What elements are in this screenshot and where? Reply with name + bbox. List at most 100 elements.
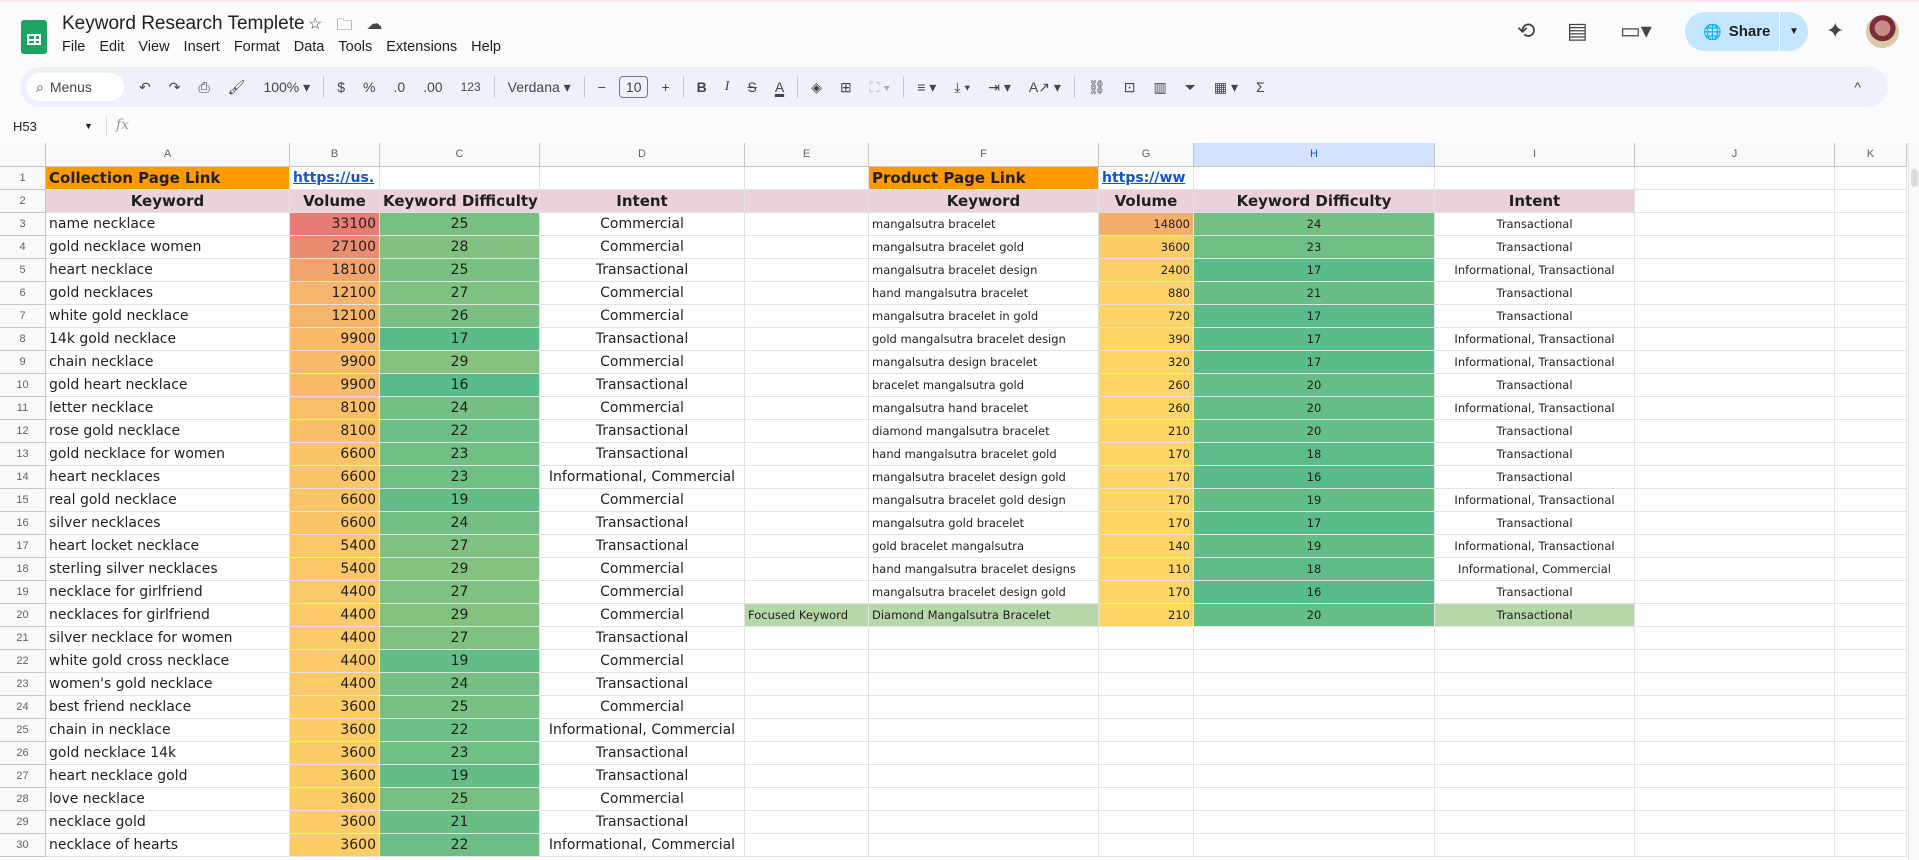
intent-cell[interactable]: Commercial: [540, 489, 745, 512]
intent-cell[interactable]: Transactional: [540, 420, 745, 443]
volume-cell[interactable]: 6600: [290, 489, 380, 512]
intent-cell[interactable]: Transactional: [540, 535, 745, 558]
empty-cell[interactable]: [1835, 259, 1907, 282]
kd-cell[interactable]: 16: [1194, 466, 1435, 489]
row-header[interactable]: 30: [0, 834, 46, 857]
empty-cell[interactable]: [1435, 696, 1635, 719]
empty-cell[interactable]: [1835, 167, 1907, 190]
empty-cell[interactable]: [1635, 673, 1835, 696]
intent-cell[interactable]: Transactional: [540, 259, 745, 282]
intent-cell[interactable]: Informational, Transactional: [1435, 489, 1635, 512]
empty-cell[interactable]: [1099, 811, 1194, 834]
column-header-d[interactable]: D: [540, 143, 745, 167]
empty-cell[interactable]: [1194, 719, 1435, 742]
row-header[interactable]: 25: [0, 719, 46, 742]
keyword-cell[interactable]: gold mangalsutra bracelet design: [869, 328, 1099, 351]
empty-cell[interactable]: [745, 627, 869, 650]
more-formats-button[interactable]: 123: [452, 80, 490, 94]
sheets-logo-icon[interactable]: [21, 20, 47, 54]
font-size-input[interactable]: 10: [618, 76, 649, 98]
empty-cell[interactable]: [1835, 420, 1907, 443]
intent-cell[interactable]: Informational, Commercial: [540, 834, 745, 857]
kd-cell[interactable]: 18: [1194, 443, 1435, 466]
empty-cell[interactable]: [1194, 834, 1435, 857]
kd-cell[interactable]: 27: [380, 535, 540, 558]
row-header[interactable]: 6: [0, 282, 46, 305]
empty-cell[interactable]: [540, 167, 745, 190]
row-header[interactable]: 17: [0, 535, 46, 558]
empty-cell[interactable]: [1099, 788, 1194, 811]
kd-cell[interactable]: 24: [380, 512, 540, 535]
empty-cell[interactable]: [745, 834, 869, 857]
collection-label[interactable]: Collection Page Link: [46, 167, 290, 190]
volume-cell[interactable]: 9900: [290, 374, 380, 397]
volume-cell[interactable]: 170: [1099, 466, 1194, 489]
kd-cell[interactable]: 21: [380, 811, 540, 834]
volume-cell[interactable]: 210: [1099, 420, 1194, 443]
intent-cell[interactable]: Commercial: [540, 604, 745, 627]
intent-cell[interactable]: Informational, Transactional: [1435, 397, 1635, 420]
intent-cell[interactable]: Informational, Transactional: [1435, 535, 1635, 558]
redo-icon[interactable]: ↷: [160, 79, 190, 96]
volume-cell[interactable]: 170: [1099, 443, 1194, 466]
intent-cell[interactable]: Transactional: [540, 811, 745, 834]
empty-cell[interactable]: [1194, 788, 1435, 811]
keyword-cell[interactable]: hand mangalsutra bracelet: [869, 282, 1099, 305]
empty-cell[interactable]: [1835, 719, 1907, 742]
empty-cell[interactable]: [1635, 765, 1835, 788]
undo-icon[interactable]: ↶: [130, 79, 160, 96]
empty-cell[interactable]: [1635, 650, 1835, 673]
intent-cell[interactable]: Commercial: [540, 788, 745, 811]
keyword-cell[interactable]: mangalsutra hand bracelet: [869, 397, 1099, 420]
empty-cell[interactable]: [869, 834, 1099, 857]
empty-cell[interactable]: [1835, 834, 1907, 857]
keyword-cell[interactable]: diamond mangalsutra bracelet: [869, 420, 1099, 443]
keyword-cell[interactable]: 14k gold necklace: [46, 328, 290, 351]
volume-cell[interactable]: 33100: [290, 213, 380, 236]
intent-cell[interactable]: Commercial: [540, 351, 745, 374]
empty-cell[interactable]: [1835, 696, 1907, 719]
empty-cell[interactable]: [745, 420, 869, 443]
menu-insert[interactable]: Insert: [184, 39, 220, 55]
volume-cell[interactable]: 3600: [290, 719, 380, 742]
intent-cell[interactable]: Commercial: [540, 397, 745, 420]
volume-cell[interactable]: 12100: [290, 282, 380, 305]
insert-chart-icon[interactable]: ▥: [1144, 79, 1175, 96]
row-header[interactable]: 14: [0, 466, 46, 489]
intent-cell[interactable]: Informational, Transactional: [1435, 259, 1635, 282]
empty-cell[interactable]: [745, 489, 869, 512]
column-header-g[interactable]: G: [1099, 143, 1194, 167]
kd-cell[interactable]: 17: [1194, 259, 1435, 282]
column-header-f[interactable]: F: [869, 143, 1099, 167]
kd-cell[interactable]: 22: [380, 834, 540, 857]
filter-views-icon[interactable]: ▦ ▾: [1205, 79, 1247, 96]
kd-cell[interactable]: 29: [380, 351, 540, 374]
volume-cell[interactable]: 880: [1099, 282, 1194, 305]
empty-cell[interactable]: [1435, 673, 1635, 696]
empty-cell[interactable]: [745, 259, 869, 282]
row-header[interactable]: 7: [0, 305, 46, 328]
intent-cell[interactable]: Transactional: [540, 443, 745, 466]
name-box-dropdown-icon[interactable]: ▼: [84, 121, 93, 131]
intent-cell[interactable]: Transactional: [1435, 282, 1635, 305]
empty-cell[interactable]: [745, 167, 869, 190]
empty-cell[interactable]: [1835, 811, 1907, 834]
meet-video-icon[interactable]: ▭▾: [1620, 18, 1652, 44]
row-header[interactable]: 28: [0, 788, 46, 811]
empty-cell[interactable]: [1835, 489, 1907, 512]
keyword-cell[interactable]: necklaces for girlfriend: [46, 604, 290, 627]
kd-cell[interactable]: 25: [380, 259, 540, 282]
kd-cell[interactable]: 16: [380, 374, 540, 397]
keyword-cell[interactable]: silver necklaces: [46, 512, 290, 535]
name-box[interactable]: H53: [13, 119, 37, 134]
empty-cell[interactable]: [1635, 558, 1835, 581]
row-header[interactable]: 24: [0, 696, 46, 719]
focused-kd-cell[interactable]: 20: [1194, 604, 1435, 627]
empty-cell[interactable]: [1835, 190, 1907, 213]
row-header[interactable]: 15: [0, 489, 46, 512]
menus-search[interactable]: ⌕ Menus: [26, 73, 124, 101]
empty-cell[interactable]: [869, 650, 1099, 673]
volume-cell[interactable]: 4400: [290, 581, 380, 604]
empty-cell[interactable]: [1635, 512, 1835, 535]
insert-comment-icon[interactable]: ⊡: [1115, 79, 1145, 96]
